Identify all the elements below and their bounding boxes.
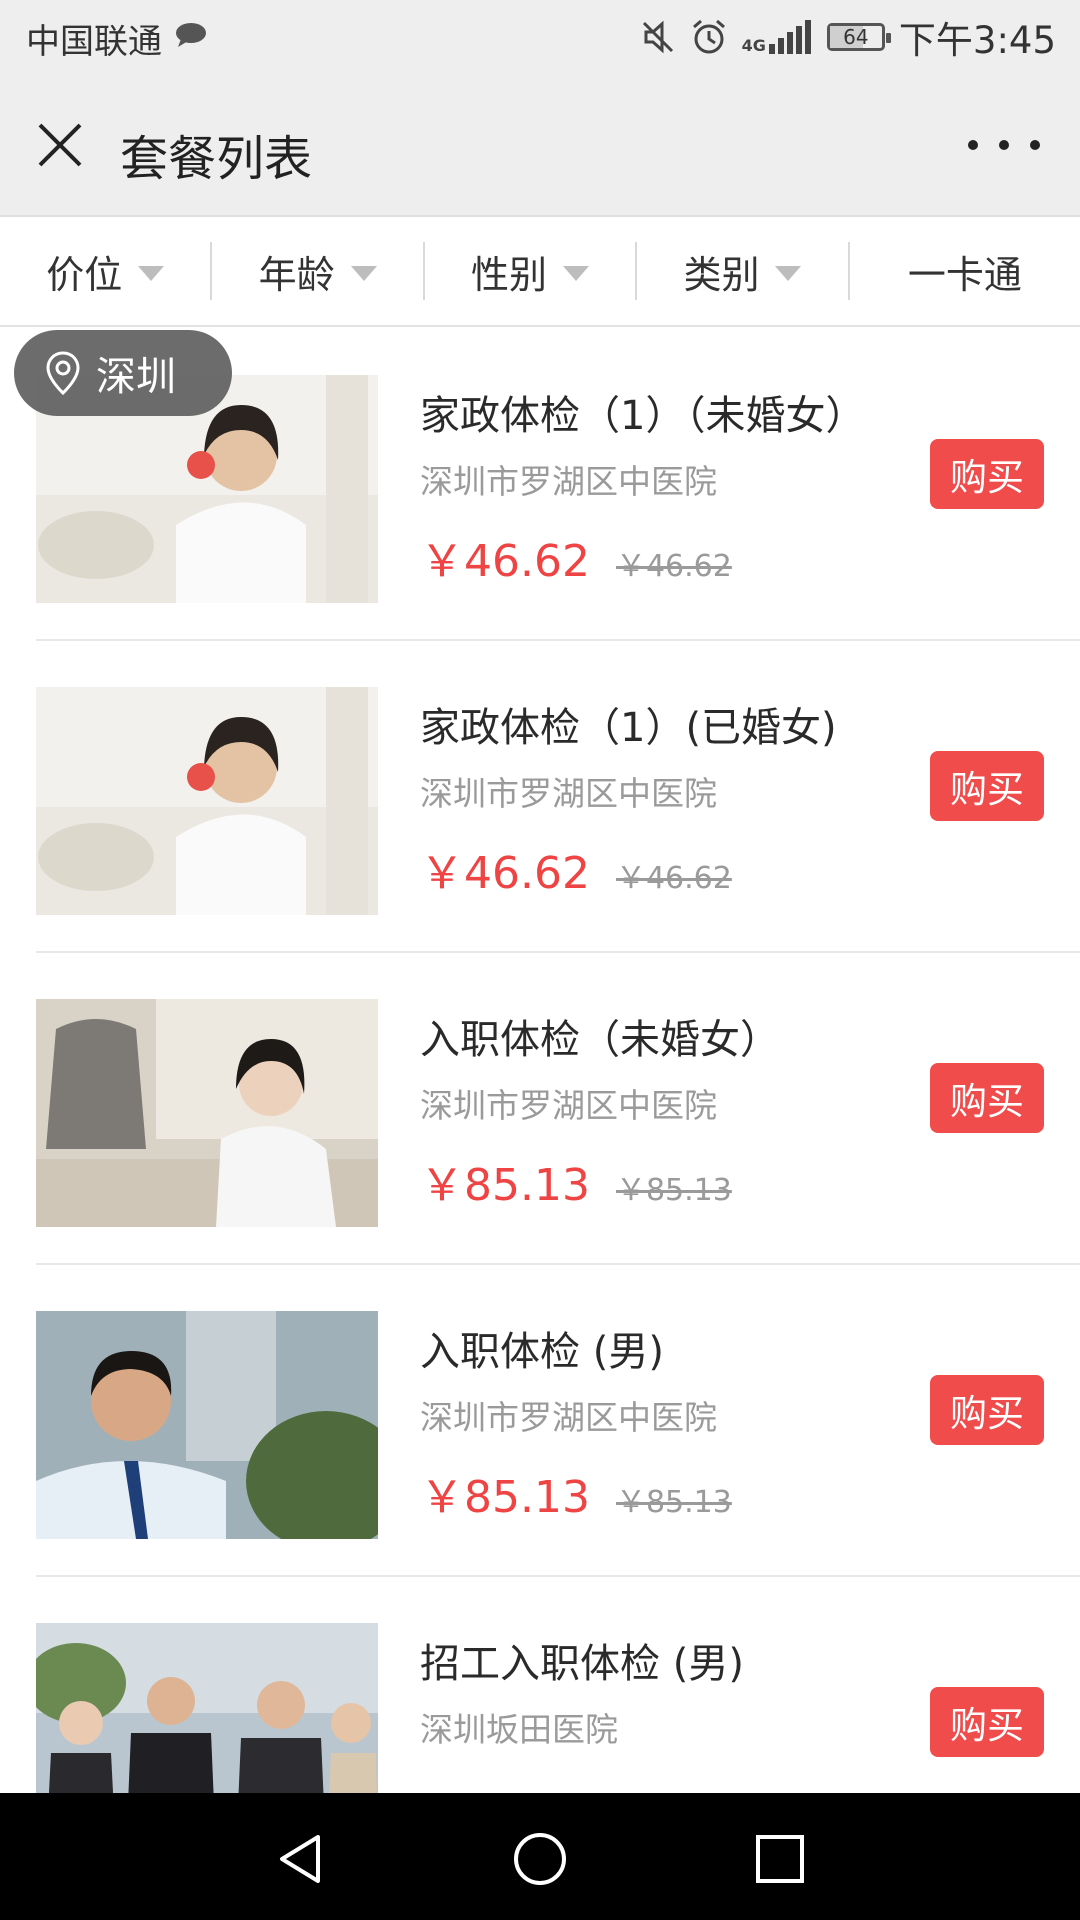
home-circle-icon[interactable] <box>510 1829 570 1889</box>
package-photo <box>36 687 378 915</box>
location-pin-icon <box>46 351 80 396</box>
hospital-name: 深圳市罗湖区中医院 <box>420 1398 717 1437</box>
back-triangle-icon[interactable] <box>270 1829 330 1889</box>
filter-card[interactable]: 一卡通 <box>850 216 1080 326</box>
sale-price: ￥85.13 <box>420 1160 590 1211</box>
status-time: 下午3:45 <box>898 19 1056 62</box>
location-badge[interactable]: 深圳 <box>14 330 232 416</box>
filter-category-label: 类别 <box>683 252 760 297</box>
original-price: ￥46.62 <box>615 861 732 896</box>
battery-level-text: 64 <box>843 25 869 49</box>
network-type: 4G <box>741 36 766 55</box>
hospital-name: 深圳坂田医院 <box>420 1710 618 1749</box>
price-row: ￥46.62 ￥46.62 <box>420 525 732 589</box>
package-list: 家政体检（1）（未婚女） 深圳市罗湖区中医院 ￥46.62 ￥46.62 购买 … <box>0 329 1080 1793</box>
more-options-button[interactable] <box>968 125 1040 165</box>
price-row: ￥85.13 ￥85.13 <box>420 1149 732 1213</box>
price-row: ￥46.62 ￥46.62 <box>420 837 732 901</box>
sale-price: ￥85.13 <box>420 1472 590 1523</box>
more-dot-icon <box>999 140 1009 150</box>
filter-category[interactable]: 类别 <box>637 216 847 326</box>
more-dot-icon <box>1030 140 1040 150</box>
filter-price-label: 价位 <box>46 252 123 297</box>
more-dot-icon <box>968 140 978 150</box>
navigation-bar: 套餐列表 <box>0 75 1080 217</box>
filter-gender[interactable]: 性别 <box>425 216 635 326</box>
signal-icon: 4G <box>742 20 813 54</box>
buy-button[interactable]: 购买 <box>930 1063 1044 1133</box>
alarm-icon <box>692 19 725 54</box>
filter-bar: 价位 年龄 性别 类别 一卡通 <box>0 217 1080 327</box>
caret-down-icon <box>563 265 590 281</box>
buy-button[interactable]: 购买 <box>930 751 1044 821</box>
carrier-name: 中国联通 <box>26 22 162 62</box>
package-title: 家政体检（1）（未婚女） <box>420 393 866 439</box>
package-photo <box>36 1623 378 1793</box>
status-bar: 中国联通 4G 64 下午3:45 <box>0 0 1080 75</box>
filter-price[interactable]: 价位 <box>0 216 210 326</box>
original-price: ￥46.62 <box>615 549 732 584</box>
status-icons: 4G 64 下午3:45 <box>640 10 1056 64</box>
package-title: 入职体检 (男) <box>420 1329 664 1375</box>
hospital-name: 深圳市罗湖区中医院 <box>420 462 717 501</box>
buy-button[interactable]: 购买 <box>930 439 1044 509</box>
hospital-name: 深圳市罗湖区中医院 <box>420 774 717 813</box>
close-icon[interactable] <box>30 115 90 175</box>
system-navigation-bar <box>0 1793 1080 1920</box>
filter-card-label: 一卡通 <box>907 252 1022 297</box>
package-card[interactable]: 入职体检（未婚女） 深圳市罗湖区中医院 ￥85.13 ￥85.13 购买 <box>36 953 1080 1265</box>
hospital-name: 深圳市罗湖区中医院 <box>420 1086 717 1125</box>
buy-button[interactable]: 购买 <box>930 1687 1044 1757</box>
page-title: 套餐列表 <box>120 131 313 187</box>
package-card[interactable]: 入职体检 (男) 深圳市罗湖区中医院 ￥85.13 ￥85.13 购买 <box>36 1265 1080 1577</box>
package-card[interactable]: 家政体检（1）(已婚女) 深圳市罗湖区中医院 ￥46.62 ￥46.62 购买 <box>36 641 1080 953</box>
package-card[interactable]: 招工入职体检 (男) 深圳坂田医院 购买 <box>36 1577 1080 1793</box>
original-price: ￥85.13 <box>615 1173 732 1208</box>
mute-icon <box>642 20 673 54</box>
caret-down-icon <box>350 265 377 281</box>
caret-down-icon <box>138 265 165 281</box>
recent-apps-square-icon[interactable] <box>750 1829 810 1889</box>
buy-button[interactable]: 购买 <box>930 1375 1044 1445</box>
filter-age-label: 年龄 <box>258 252 335 297</box>
location-label: 深圳 <box>96 354 176 400</box>
filter-gender-label: 性别 <box>471 252 548 297</box>
package-photo <box>36 999 378 1227</box>
battery-icon: 64 <box>826 23 891 51</box>
filter-age[interactable]: 年龄 <box>212 216 422 326</box>
original-price: ￥85.13 <box>615 1485 732 1520</box>
price-row: ￥85.13 ￥85.13 <box>420 1461 732 1525</box>
package-title: 家政体检（1）(已婚女) <box>420 705 837 751</box>
chat-bubble-icon <box>176 23 206 47</box>
package-photo <box>36 1311 378 1539</box>
package-title: 入职体检（未婚女） <box>420 1017 780 1063</box>
caret-down-icon <box>775 265 802 281</box>
sale-price: ￥46.62 <box>420 848 590 899</box>
sale-price: ￥46.62 <box>420 536 590 587</box>
package-title: 招工入职体检 (男) <box>420 1641 744 1687</box>
